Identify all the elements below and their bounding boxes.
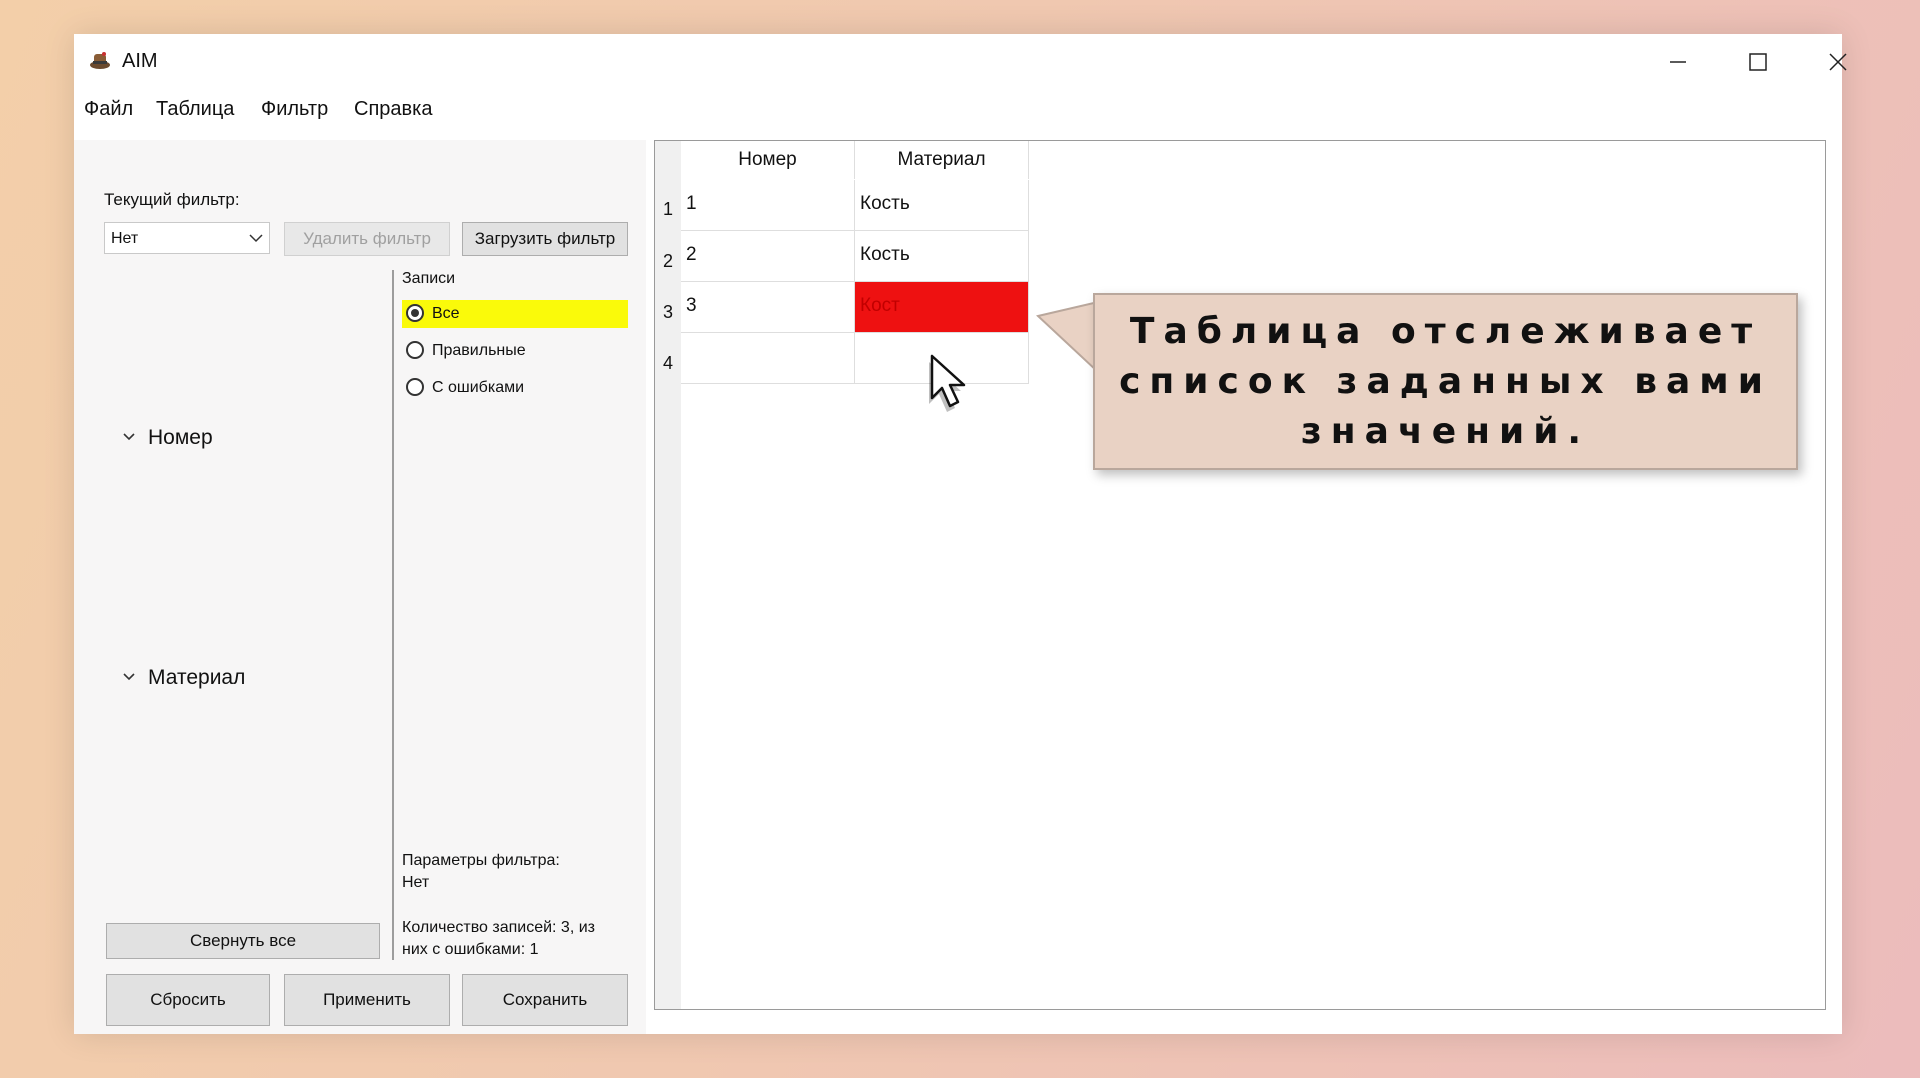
- delete-filter-button[interactable]: Удалить фильтр: [284, 222, 450, 256]
- table-cell[interactable]: Кость: [855, 231, 1029, 282]
- radio-valid-label: Правильные: [432, 342, 526, 359]
- column-header-material[interactable]: Материал: [855, 141, 1029, 179]
- callout-line-1: Таблица отслеживает: [1129, 311, 1762, 352]
- records-errors-option[interactable]: С ошибками: [402, 374, 628, 402]
- radio-errors-label: С ошибками: [432, 379, 525, 396]
- records-valid-option[interactable]: Правильные: [402, 337, 628, 365]
- group-material-label: Материал: [148, 666, 246, 689]
- current-filter-select[interactable]: Нет: [104, 222, 270, 254]
- current-filter-value: Нет: [111, 230, 139, 247]
- maximize-button[interactable]: [1718, 34, 1798, 90]
- menu-help[interactable]: Справка: [354, 98, 432, 121]
- table-cell[interactable]: [681, 333, 855, 384]
- column-header-number[interactable]: Номер: [681, 141, 855, 179]
- table-cell-error[interactable]: Кост: [855, 282, 1029, 333]
- table-cell[interactable]: 3: [681, 282, 855, 333]
- radio-all[interactable]: [406, 304, 424, 322]
- filter-params-value: Нет: [402, 874, 430, 891]
- radio-all-label: Все: [432, 305, 460, 322]
- maximize-icon: [1749, 53, 1767, 71]
- current-filter-label: Текущий фильтр:: [104, 190, 240, 209]
- save-button[interactable]: Сохранить: [462, 974, 628, 1026]
- table-cell[interactable]: Кость: [855, 180, 1029, 231]
- callout-line-2: список заданных вами: [1119, 361, 1772, 402]
- row-header-2[interactable]: 2: [655, 251, 681, 272]
- table-cell[interactable]: 2: [681, 231, 855, 282]
- row-header-3[interactable]: 3: [655, 302, 681, 323]
- collapse-all-button[interactable]: Свернуть все: [106, 923, 380, 959]
- group-number-label: Номер: [148, 426, 213, 449]
- menu-filter[interactable]: Фильтр: [261, 98, 328, 121]
- filter-panel: Текущий фильтр: Нет Удалить фильтр Загру…: [74, 140, 646, 1034]
- tutorial-callout: Таблица отслеживает список заданных вами…: [1093, 293, 1798, 470]
- minimize-button[interactable]: [1638, 34, 1718, 90]
- menu-table[interactable]: Таблица: [156, 98, 234, 121]
- mouse-cursor-icon: [929, 354, 966, 412]
- records-count-line1: Количество записей: 3, из: [402, 919, 595, 936]
- chevron-down-icon: [249, 234, 263, 243]
- table-cell[interactable]: 1: [681, 180, 855, 231]
- app-icon: [90, 52, 110, 69]
- close-button[interactable]: [1798, 34, 1878, 90]
- row-header-4[interactable]: 4: [655, 353, 681, 374]
- title-bar: AIM: [74, 34, 1847, 90]
- window-title: AIM: [122, 50, 158, 72]
- records-count-line2: них с ошибками: 1: [402, 941, 539, 958]
- load-filter-button[interactable]: Загрузить фильтр: [462, 222, 628, 256]
- records-all-option[interactable]: Все: [402, 300, 628, 328]
- row-header-1[interactable]: 1: [655, 199, 681, 220]
- records-count: Количество записей: 3, из них с ошибками…: [402, 917, 595, 961]
- minimize-icon: [1670, 61, 1686, 63]
- records-title: Записи: [402, 270, 456, 287]
- chevron-down-icon: [123, 673, 135, 681]
- menu-file[interactable]: Файл: [84, 98, 133, 121]
- callout-line-3: значений.: [1300, 411, 1591, 452]
- panel-splitter[interactable]: [392, 270, 394, 960]
- data-table[interactable]: Номер Материал 1 1 Кость 2 2 Кость 3 3 К…: [654, 140, 1826, 1010]
- filter-params: Параметры фильтра: Нет: [402, 850, 560, 894]
- chevron-down-icon: [123, 433, 135, 441]
- filter-params-label: Параметры фильтра:: [402, 852, 560, 869]
- reset-button[interactable]: Сбросить: [106, 974, 270, 1026]
- radio-errors[interactable]: [406, 378, 424, 396]
- radio-valid[interactable]: [406, 341, 424, 359]
- apply-button[interactable]: Применить: [284, 974, 450, 1026]
- close-icon: [1829, 53, 1847, 71]
- app-window: AIM Файл Таблица Фильтр Справка Текущий …: [74, 34, 1847, 1034]
